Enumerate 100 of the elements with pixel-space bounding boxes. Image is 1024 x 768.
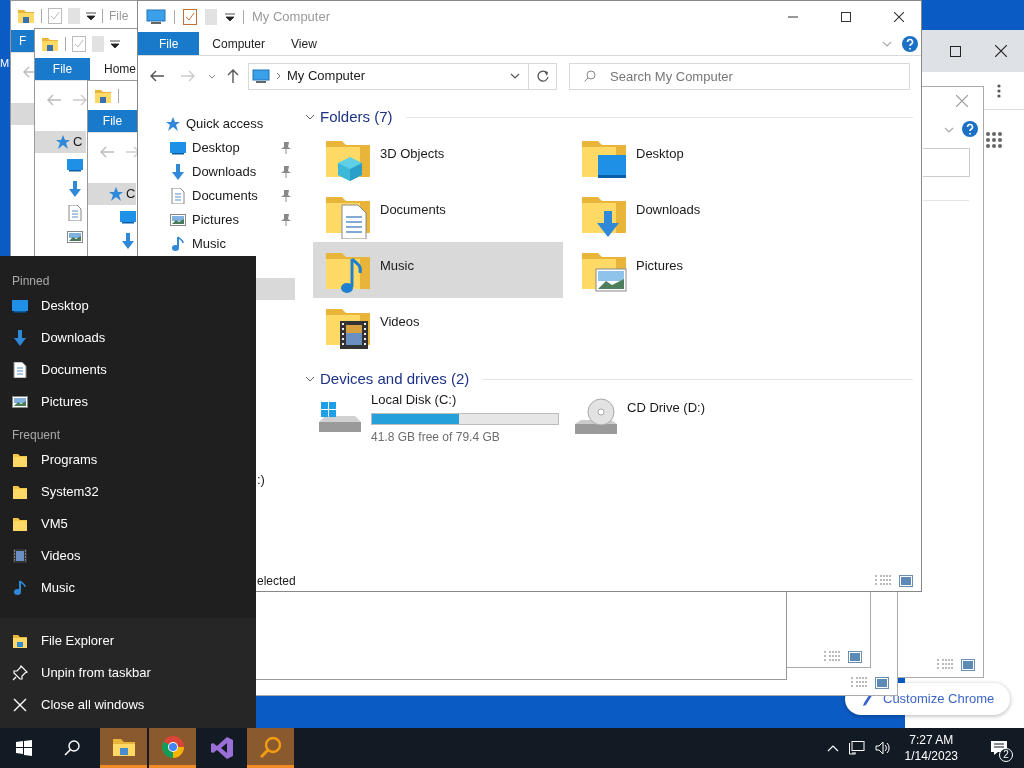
chevron-down-icon[interactable] bbox=[305, 114, 315, 120]
dropdown-icon[interactable] bbox=[110, 39, 120, 48]
recent-locations-button[interactable] bbox=[208, 73, 216, 79]
drive-detail: 41.8 GB free of 79.4 GB bbox=[371, 428, 501, 446]
drive-item[interactable]: CD Drive (D:) bbox=[569, 392, 819, 444]
properties-icon[interactable] bbox=[72, 35, 86, 52]
window-title: My Computer bbox=[252, 7, 332, 26]
ribbon-tab[interactable]: File bbox=[88, 110, 137, 132]
ribbon-tab[interactable]: File bbox=[138, 32, 200, 55]
sidebar-item[interactable]: Pictures bbox=[138, 208, 297, 232]
sidebar-item[interactable]: Documents bbox=[138, 184, 297, 208]
maximize-icon bbox=[949, 45, 961, 57]
jump-list-item[interactable]: Videos bbox=[0, 540, 256, 572]
sidebar-item[interactable]: Downloads bbox=[138, 160, 297, 184]
back-arrow-icon[interactable] bbox=[23, 66, 37, 78]
jump-list-item[interactable]: Downloads bbox=[0, 322, 256, 354]
folder-item[interactable]: Downloads bbox=[569, 186, 819, 242]
jump-list-item[interactable]: Pictures bbox=[0, 386, 256, 418]
dropdown-icon[interactable] bbox=[225, 12, 235, 21]
screen-icon bbox=[12, 298, 28, 314]
help-icon[interactable] bbox=[962, 121, 978, 137]
thumbnail-view-icon[interactable] bbox=[899, 575, 913, 587]
folder-icon bbox=[12, 516, 28, 532]
sidebar-item[interactable]: :) bbox=[257, 470, 265, 490]
ribbon-tab[interactable]: Computer bbox=[199, 32, 279, 55]
up-button[interactable] bbox=[227, 69, 239, 83]
folder-item[interactable]: Pictures bbox=[569, 242, 819, 298]
maximize-icon bbox=[840, 11, 851, 22]
section-header: Frequent bbox=[11, 427, 62, 444]
sidebar-item[interactable]: Quick access bbox=[138, 112, 297, 136]
thumbnail-view-icon[interactable] bbox=[848, 651, 862, 663]
properties-icon[interactable] bbox=[48, 7, 62, 24]
image-icon bbox=[170, 212, 186, 228]
folder-item[interactable]: Documents bbox=[313, 186, 563, 242]
taskbar-app-button[interactable] bbox=[100, 728, 147, 768]
ribbon-tab[interactable]: F bbox=[11, 30, 34, 52]
thumbnail-view-icon[interactable] bbox=[875, 677, 889, 689]
document-icon bbox=[12, 362, 28, 378]
back-arrow-icon[interactable] bbox=[100, 146, 114, 158]
jump-list-item[interactable]: File Explorer bbox=[0, 625, 256, 657]
network-icon[interactable] bbox=[848, 741, 865, 755]
folder-item[interactable]: Music bbox=[313, 242, 563, 298]
taskbar-app-button[interactable] bbox=[149, 728, 196, 768]
search-field[interactable]: Search My Computer bbox=[569, 62, 910, 90]
down-arrow-icon bbox=[170, 164, 186, 180]
jump-list-item[interactable]: Music bbox=[0, 572, 256, 604]
back-arrow-icon[interactable] bbox=[47, 94, 61, 106]
up-arrow-icon bbox=[227, 69, 239, 83]
details-view-icon[interactable] bbox=[824, 651, 840, 663]
computer-icon bbox=[146, 8, 166, 25]
jump-list-item[interactable]: Desktop bbox=[0, 290, 256, 322]
properties-icon[interactable] bbox=[183, 8, 197, 25]
details-view-icon[interactable] bbox=[851, 677, 867, 689]
sidebar-item[interactable]: Desktop bbox=[138, 136, 297, 160]
star-icon bbox=[107, 186, 123, 202]
folder-item[interactable]: Desktop bbox=[569, 130, 819, 186]
dropdown-icon[interactable] bbox=[86, 11, 96, 20]
address-bar[interactable]: My Computer bbox=[248, 62, 529, 90]
details-view-icon[interactable] bbox=[937, 659, 953, 671]
apps-grid-icon[interactable] bbox=[986, 132, 1002, 148]
speaker-icon[interactable] bbox=[874, 741, 891, 755]
jump-list-item[interactable]: Close all windows bbox=[0, 689, 256, 721]
folder-item[interactable]: 3D Objects bbox=[313, 130, 563, 186]
clock[interactable]: 7:27 AM 1/14/2023 bbox=[900, 732, 962, 764]
search-icon bbox=[584, 69, 596, 82]
pin-icon bbox=[12, 665, 28, 681]
ribbon-tab[interactable]: Home bbox=[90, 58, 138, 80]
ribbon-tab[interactable]: View bbox=[278, 32, 330, 55]
chevron-down-icon[interactable] bbox=[510, 73, 520, 79]
document-icon bbox=[67, 205, 83, 221]
ribbon-tab[interactable]: File bbox=[35, 58, 90, 80]
refresh-button[interactable] bbox=[529, 62, 557, 90]
jump-list-item[interactable]: Unpin from taskbar bbox=[0, 657, 256, 689]
search-field[interactable] bbox=[923, 148, 970, 177]
jump-list-item[interactable]: System32 bbox=[0, 476, 256, 508]
desktop-icon-label: M bbox=[0, 57, 10, 70]
thumbnail-view-icon[interactable] bbox=[961, 659, 975, 671]
selection-highlight bbox=[11, 103, 34, 125]
chevron-down-icon[interactable] bbox=[305, 376, 315, 382]
details-view-icon[interactable] bbox=[875, 575, 891, 587]
group-header[interactable]: Devices and drives (2) bbox=[320, 367, 470, 391]
sidebar-item[interactable]: C bbox=[88, 183, 136, 205]
sidebar-item[interactable]: Music bbox=[138, 232, 297, 256]
group-header[interactable]: Folders (7) bbox=[320, 105, 393, 129]
jump-list-item[interactable]: Programs bbox=[0, 444, 256, 476]
search-icon bbox=[64, 740, 80, 756]
jump-list-item[interactable]: VM5 bbox=[0, 508, 256, 540]
forward-arrow-icon[interactable] bbox=[126, 146, 140, 158]
chevron-up-icon[interactable] bbox=[826, 744, 839, 752]
folder-item[interactable]: Videos bbox=[313, 298, 563, 354]
help-icon[interactable] bbox=[902, 35, 918, 52]
taskbar-app-button[interactable] bbox=[247, 728, 294, 768]
drive-item[interactable]: Local Disk (C:) 41.8 GB free of 79.4 GB bbox=[313, 392, 563, 444]
sidebar-item[interactable]: C bbox=[35, 131, 86, 153]
jump-list-item[interactable]: Documents bbox=[0, 354, 256, 386]
refresh-icon bbox=[536, 70, 549, 82]
film-icon bbox=[12, 548, 28, 564]
window-title: File bbox=[109, 7, 129, 25]
back-button[interactable] bbox=[150, 70, 164, 82]
notifications-button[interactable]: 2 bbox=[984, 733, 1014, 763]
